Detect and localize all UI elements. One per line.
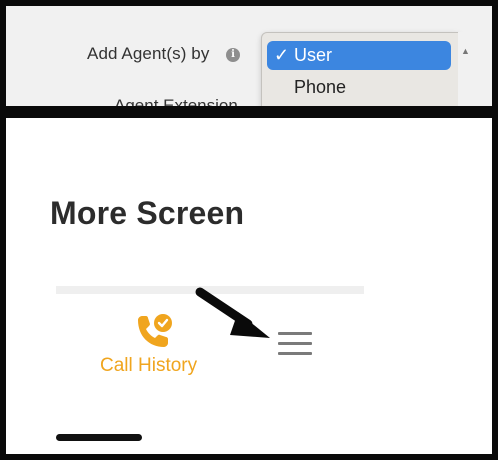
info-icon[interactable]: i: [226, 48, 240, 62]
arrow-pointer-icon: [195, 287, 270, 338]
form-panel: Add Agent(s) by i Agent Extension ✓ User…: [6, 6, 492, 106]
call-history-icon[interactable]: [132, 312, 176, 352]
separator-bar: [6, 106, 492, 118]
tab-call-history-label[interactable]: Call History: [100, 355, 197, 377]
dropdown-option-label: User: [294, 45, 333, 65]
hamburger-menu-icon[interactable]: [278, 332, 312, 358]
section-title: More Screen: [50, 195, 245, 231]
dropdown-option-label: Phone: [294, 77, 347, 97]
home-indicator: [56, 434, 142, 441]
chevron-down-icon: ▲: [461, 46, 470, 56]
add-agents-by-label: Add Agent(s) by: [87, 44, 210, 63]
agent-extension-label: Agent Extension: [114, 96, 238, 106]
checkmark-icon: ✓: [274, 45, 290, 65]
dropdown-option-user[interactable]: ✓ User: [267, 41, 451, 70]
dropdown-option-phone[interactable]: Phone: [267, 73, 451, 102]
dropdown-edge: [458, 32, 468, 106]
add-agents-dropdown-menu[interactable]: ✓ User Phone: [261, 32, 459, 106]
